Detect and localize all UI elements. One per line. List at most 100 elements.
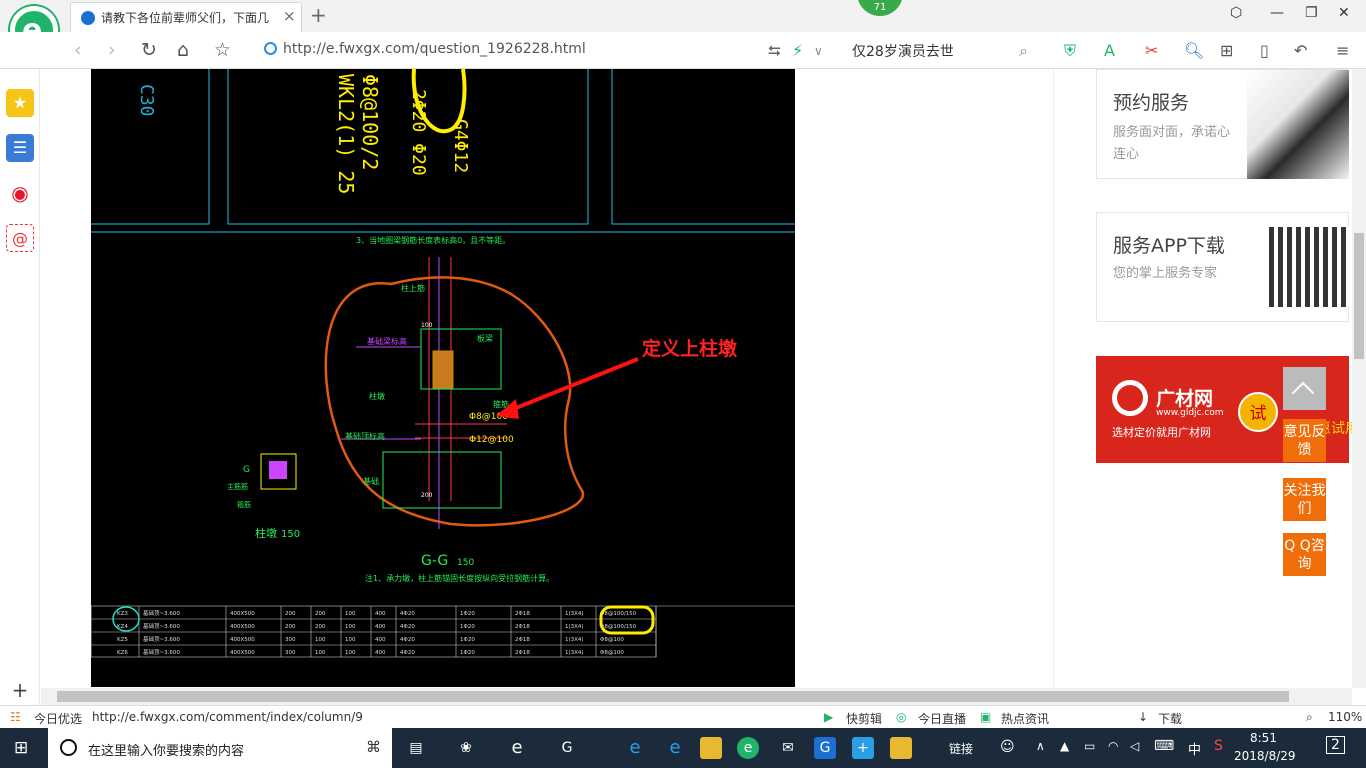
apps-icon[interactable]: ⊞ bbox=[1220, 41, 1233, 60]
table-cell: 2Φ18 bbox=[515, 637, 530, 643]
minimize-icon[interactable]: — bbox=[1270, 5, 1284, 21]
vertical-scrollbar[interactable] bbox=[1352, 69, 1366, 688]
lightning-icon[interactable]: ⚡ bbox=[792, 41, 803, 60]
app-g-icon[interactable]: G bbox=[556, 737, 578, 759]
drawing-annotation: 定义上柱墩 bbox=[642, 337, 738, 360]
pinwheel-icon[interactable]: ❀ bbox=[455, 737, 477, 759]
mail-icon[interactable]: @ bbox=[6, 224, 34, 252]
keyboard-icon[interactable]: ⌨ bbox=[1154, 738, 1174, 754]
battery-icon[interactable]: ▭ bbox=[1084, 739, 1095, 753]
update-badge[interactable]: 71 bbox=[857, 0, 903, 16]
forward-icon[interactable]: › bbox=[108, 39, 116, 61]
maximize-icon[interactable]: ❐ bbox=[1305, 5, 1318, 21]
status-item-download[interactable]: 下载 bbox=[1158, 710, 1182, 727]
undo-icon[interactable]: ↶ bbox=[1294, 41, 1307, 60]
shield-icon[interactable]: ⛨ bbox=[1064, 41, 1076, 61]
vertical-scroll-thumb[interactable] bbox=[1354, 233, 1364, 359]
microphone-icon[interactable]: ⌘ bbox=[366, 738, 381, 756]
plus-app-icon[interactable]: + bbox=[852, 737, 874, 759]
page-icon bbox=[264, 42, 277, 55]
weibo-icon[interactable]: ◉ bbox=[6, 179, 34, 207]
taskbar-search[interactable]: 在这里输入你要搜索的内容 ⌘ bbox=[48, 728, 392, 768]
card-app-desc: 您的掌上服务专家 bbox=[1113, 266, 1218, 281]
status-item-live[interactable]: 今日直播 bbox=[918, 710, 966, 727]
card-appointment-title: 预约服务 bbox=[1113, 92, 1190, 114]
wifi-icon[interactable]: ◠ bbox=[1108, 739, 1118, 753]
magnifier-icon[interactable]: 🔍︎ bbox=[1184, 41, 1204, 60]
clock-date[interactable]: 2018/8/29 bbox=[1234, 749, 1296, 763]
star-icon[interactable]: ☆ bbox=[214, 39, 231, 61]
mail-taskbar-icon[interactable]: ✉ bbox=[777, 737, 799, 759]
browser-taskbar-icon[interactable]: e bbox=[737, 737, 759, 759]
tab-title: 请教下各位前辈师父们，下面几 bbox=[101, 11, 270, 25]
sogou-icon[interactable]: S bbox=[1214, 738, 1223, 754]
rebar-table: KZ3 基础顶~3.600 400X500 200 200 100 400 4Φ20 1Φ20 2… bbox=[91, 605, 795, 658]
tray-chevron-icon[interactable]: ∧ bbox=[1036, 739, 1045, 753]
horizontal-scroll-thumb[interactable] bbox=[57, 691, 1289, 702]
translate-icon[interactable]: A bbox=[1104, 41, 1115, 60]
new-tab-button[interactable]: + bbox=[310, 3, 327, 27]
volume-icon[interactable]: ◁ bbox=[1130, 739, 1139, 753]
sidebar: ★ ☰ ◉ @ + bbox=[0, 69, 40, 705]
feedback-button[interactable]: 意见反馈 bbox=[1283, 419, 1326, 462]
card-app-download[interactable]: 服务APP下载 您的掌上服务专家 bbox=[1096, 212, 1349, 322]
status-item-news[interactable]: 热点资讯 bbox=[1001, 710, 1049, 727]
qq-button[interactable]: Q Q咨询 bbox=[1283, 533, 1326, 576]
search-input[interactable]: 仅28岁演员去世 bbox=[852, 41, 954, 61]
back-icon[interactable]: ‹ bbox=[74, 39, 82, 61]
table-cell: 1(3X4) bbox=[565, 624, 584, 630]
task-view-icon[interactable]: ▤ bbox=[405, 737, 427, 759]
table-cell: 1(3X4) bbox=[565, 650, 584, 656]
tab-close-icon[interactable]: × bbox=[283, 7, 296, 25]
table-cell: 400X500 bbox=[230, 624, 255, 630]
scissors-icon[interactable]: ✂ bbox=[1145, 41, 1158, 60]
taskbar-link[interactable]: 链接 bbox=[949, 740, 973, 757]
status-left[interactable]: 今日优选 bbox=[34, 710, 82, 727]
edge-browser-icon[interactable]: e bbox=[624, 737, 646, 759]
windows-start-icon[interactable]: ⊞ bbox=[14, 738, 28, 758]
card-app-title: 服务APP下载 bbox=[1113, 235, 1225, 257]
horizontal-scrollbar[interactable] bbox=[41, 688, 1352, 705]
favorites-icon[interactable]: ★ bbox=[6, 89, 34, 117]
close-icon[interactable]: ✕ bbox=[1338, 5, 1350, 21]
table-cell: 100 bbox=[345, 650, 356, 656]
status-item-clip[interactable]: 快剪辑 bbox=[846, 710, 882, 727]
home-icon[interactable]: ⌂ bbox=[177, 39, 189, 61]
notification-badge[interactable]: 2 bbox=[1326, 736, 1345, 754]
follow-button[interactable]: 关注我们 bbox=[1283, 478, 1326, 521]
table-cell: 400 bbox=[375, 650, 386, 656]
notes-icon[interactable] bbox=[890, 737, 912, 759]
table-cell: 300 bbox=[285, 650, 296, 656]
ie-icon[interactable]: e bbox=[664, 737, 686, 759]
address-bar[interactable]: http://e.fwxgx.com/question_1926228.html bbox=[264, 41, 586, 57]
ime-indicator[interactable]: 中 bbox=[1188, 739, 1201, 758]
zoom-level[interactable]: 110% bbox=[1328, 710, 1362, 724]
back-to-top-button[interactable] bbox=[1283, 367, 1326, 410]
menu-icon[interactable]: ≡ bbox=[1336, 41, 1349, 60]
tab-bar: e 请教下各位前辈师父们，下面几 × + 71 ⬡ — ❐ ✕ bbox=[0, 0, 1366, 54]
table-cell: 2Φ18 bbox=[515, 650, 530, 656]
chevron-down-icon[interactable]: ∨ bbox=[814, 44, 823, 58]
skin-icon[interactable]: ⬡ bbox=[1230, 5, 1242, 21]
table-cell: 400X500 bbox=[230, 637, 255, 643]
table-cell: 400 bbox=[375, 637, 386, 643]
search-icon[interactable]: ⌕ bbox=[1019, 41, 1028, 61]
list-icon[interactable]: ☰ bbox=[6, 134, 34, 162]
table-cell: 400X500 bbox=[230, 650, 255, 656]
tab-favicon-icon bbox=[81, 11, 95, 25]
table-cell: 2Φ18 bbox=[515, 624, 530, 630]
tab-active[interactable]: 请教下各位前辈师父们，下面几 × bbox=[70, 2, 302, 32]
sidebar-add-button[interactable]: + bbox=[6, 676, 34, 704]
edge-icon[interactable]: e bbox=[506, 737, 528, 759]
people-icon[interactable]: ☺ bbox=[1000, 739, 1015, 755]
clock-time[interactable]: 8:51 bbox=[1250, 731, 1277, 745]
content-divider bbox=[1053, 69, 1054, 688]
file-explorer-icon[interactable] bbox=[700, 737, 722, 759]
drawing-label-beam-level: 基础梁标高 bbox=[367, 336, 407, 346]
reader-icon[interactable]: ▯ bbox=[1260, 41, 1269, 60]
bell-icon[interactable]: ▲ bbox=[1060, 739, 1069, 753]
refresh-icon[interactable]: ↻ bbox=[141, 39, 157, 61]
share-icon[interactable]: ⮀ bbox=[768, 41, 781, 61]
glodon-icon[interactable]: G bbox=[814, 737, 836, 759]
card-appointment[interactable]: 预约服务 服务面对面，承诺心连心 bbox=[1096, 69, 1349, 179]
